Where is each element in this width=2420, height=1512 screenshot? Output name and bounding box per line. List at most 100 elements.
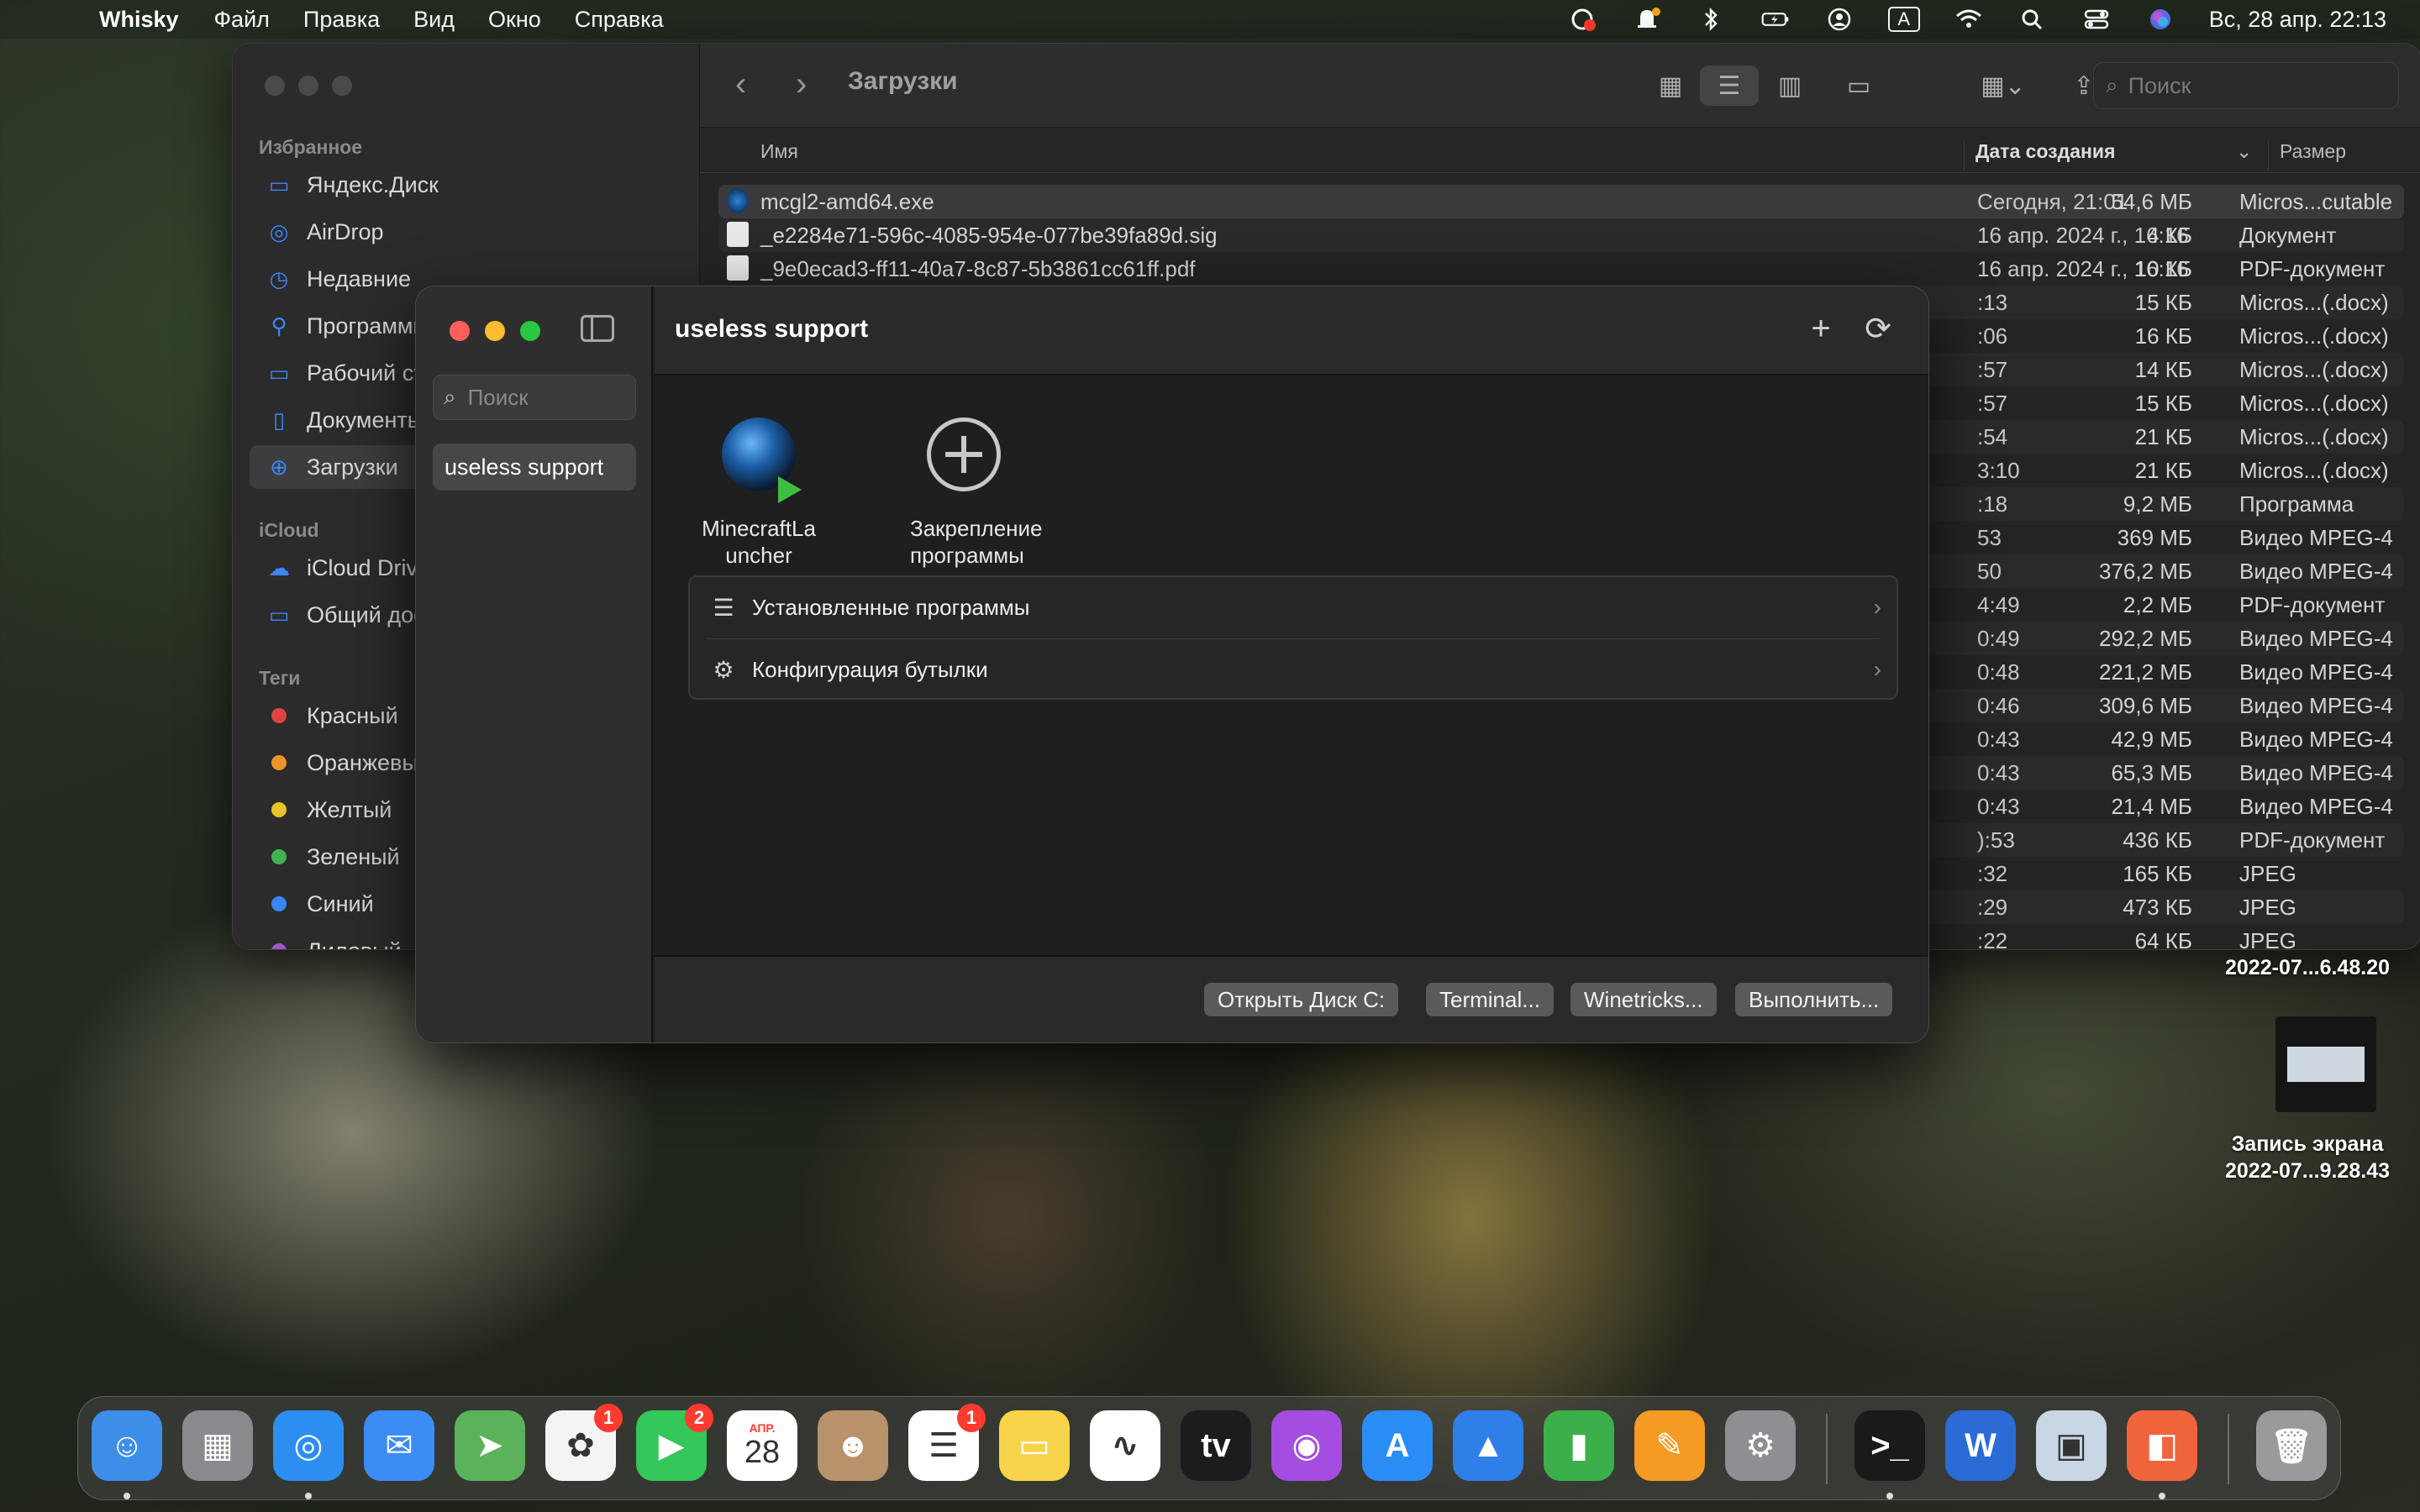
word-icon[interactable]: W [1945, 1410, 2016, 1481]
reminders-icon[interactable]: ☰ 1 [908, 1404, 986, 1481]
facetime-icon[interactable]: ▶ 2 [636, 1404, 713, 1481]
menu-view[interactable]: Вид [413, 7, 455, 33]
open-c-drive-button[interactable]: Открыть Диск C: [1204, 983, 1399, 1016]
program-minecraft-launcher[interactable]: MinecraftLauncher [675, 417, 843, 569]
trash-icon[interactable]: 🗑 [2256, 1410, 2327, 1481]
column-size[interactable]: Размер [2280, 140, 2346, 163]
menu-file[interactable]: Файл [214, 7, 270, 33]
screen-recording-icon[interactable] [1569, 7, 1599, 32]
desktop-file-label[interactable]: Запись экрана 2022-07...9.28.43 [2207, 1131, 2408, 1184]
tag-dot [271, 943, 287, 949]
column-date-created[interactable]: Дата создания [1975, 140, 2115, 163]
run-button[interactable]: Выполнить... [1735, 983, 1893, 1016]
finder-search-input[interactable]: ⌕ Поиск [2093, 62, 2399, 109]
close-button[interactable] [265, 76, 285, 96]
siri-icon[interactable] [2145, 7, 2175, 32]
menu-edit[interactable]: Правка [303, 7, 380, 33]
file-date: :18 [1977, 491, 2008, 517]
minimize-button[interactable] [298, 76, 318, 96]
freeform-icon[interactable]: ∿ [1090, 1410, 1160, 1481]
file-row[interactable]: _e2284e71-596c-4085-954e-077be39fa89d.si… [718, 218, 2404, 252]
gallery-view-icon[interactable]: ▭ [1829, 66, 1888, 106]
back-arrow-icon[interactable]: ‹ [735, 66, 746, 103]
bottle-search-input[interactable]: ⌕ Поиск [433, 375, 636, 420]
keynote-icon[interactable]: ▲ [1453, 1410, 1523, 1481]
download-icon: ⊕ [270, 454, 288, 480]
input-source-icon[interactable]: A [1887, 7, 1920, 32]
running-indicator [124, 1493, 130, 1499]
bluetooth-icon[interactable] [1697, 7, 1727, 32]
pages-icon[interactable]: ✎ [1634, 1410, 1705, 1481]
notification-bell-icon[interactable] [1633, 7, 1663, 32]
spotlight-search-icon[interactable] [2018, 7, 2048, 32]
battery-icon[interactable] [1760, 7, 1791, 32]
document-icon: ▯ [272, 407, 286, 433]
sidebar-item-label: Документь [307, 407, 419, 433]
list-view-icon[interactable]: ☰ [1700, 66, 1759, 106]
calendar-month: АПР. [749, 1420, 776, 1435]
chevron-right-icon: › [1873, 594, 1881, 620]
photos-icon[interactable]: ✿ 1 [545, 1404, 623, 1481]
menu-clock[interactable]: Вс, 28 апр. 22:13 [2209, 7, 2386, 33]
close-button[interactable] [450, 321, 470, 341]
file-row[interactable]: _9e0ecad3-ff11-40a7-8c87-5b3861cc61ff.pd… [718, 252, 2404, 286]
dock-glyph: tv [1201, 1426, 1231, 1464]
calendar-icon[interactable]: АПР. 28 [727, 1410, 797, 1481]
desktop-file-label[interactable]: 2022-07...6.48.20 [2207, 954, 2408, 981]
file-row[interactable]: mcgl2-amd64.exe Сегодня, 21:01 54,6 МБ Micr… [718, 185, 2404, 218]
sidebar-item-bottle[interactable]: useless support [433, 444, 636, 491]
appstore-icon[interactable]: A [1362, 1410, 1433, 1481]
notification-badge: 1 [594, 1404, 623, 1432]
maps-icon[interactable]: ➤ [455, 1410, 525, 1481]
icon-view-icon[interactable]: ▦ [1641, 66, 1700, 106]
file-kind: PDF-документ [2239, 256, 2386, 281]
forward-arrow-icon[interactable]: › [796, 66, 807, 103]
notes-icon[interactable]: ▭ [999, 1410, 1070, 1481]
terminal-button[interactable]: Terminal... [1426, 983, 1554, 1016]
wifi-icon[interactable] [1954, 7, 1984, 32]
bottle-options-list: ☰ Установленные программы › ⚙ Конфигурац… [688, 575, 1898, 700]
zoom-button[interactable] [520, 321, 540, 341]
file-kind: Micros...(.docx) [2239, 458, 2389, 483]
minimize-button[interactable] [485, 321, 505, 341]
add-icon[interactable]: + [1799, 307, 1843, 350]
sidebar-item-airdrop[interactable]: ◎ AirDrop [250, 210, 687, 254]
terminal-icon[interactable]: >_ [1854, 1410, 1925, 1481]
zoom-button[interactable] [332, 76, 352, 96]
file-list-header: Имя Дата создания ⌄ Размер Тип [700, 128, 2420, 173]
desktop-screen-recording-thumbnail[interactable] [2275, 1016, 2376, 1112]
sidebar-item-label: Рабочий ст [307, 360, 424, 386]
system-settings-icon[interactable]: ⚙ [1725, 1410, 1796, 1481]
refresh-icon[interactable]: ⟳ [1856, 307, 1900, 350]
pin-program-button[interactable]: Закрепление программы [880, 417, 1048, 569]
sort-chevron-down-icon[interactable]: ⌄ [2236, 140, 2252, 163]
whisky-icon[interactable]: ◧ [2127, 1410, 2197, 1481]
contacts-icon[interactable]: ☻ [818, 1410, 888, 1481]
whisky-footer: Открыть Диск C: Terminal... Winetricks..… [655, 955, 1928, 1042]
menu-window[interactable]: Окно [488, 7, 541, 33]
file-size: 21 КБ [2134, 424, 2192, 449]
numbers-icon[interactable]: ▮ [1544, 1410, 1614, 1481]
column-view-icon[interactable]: ▥ [1760, 66, 1819, 106]
launchpad-icon[interactable]: ▦ [182, 1410, 253, 1481]
installed-programs-row[interactable]: ☰ Установленные программы › [690, 577, 1897, 638]
preview-icon[interactable]: ▣ [2036, 1410, 2107, 1481]
column-name[interactable]: Имя [760, 140, 798, 163]
winetricks-button[interactable]: Winetricks... [1570, 983, 1717, 1016]
appletv-icon[interactable]: tv [1181, 1410, 1251, 1481]
menu-help[interactable]: Справка [575, 7, 664, 33]
file-size: 54,6 МБ [2111, 189, 2192, 214]
podcasts-icon[interactable]: ◉ [1271, 1410, 1342, 1481]
sidebar-toggle-icon[interactable] [581, 315, 614, 342]
group-by-icon[interactable]: ▦⌄ [1965, 66, 2041, 106]
user-account-icon[interactable] [1824, 7, 1854, 32]
sidebar-item-yandex-disk[interactable]: ▭ Яндекс.Диск [250, 163, 687, 207]
airdrop-icon: ◎ [269, 218, 289, 244]
file-date: :57 [1977, 391, 2008, 416]
control-center-icon[interactable] [2081, 7, 2112, 32]
safari-icon[interactable]: ◎ [273, 1410, 344, 1481]
bottle-config-row[interactable]: ⚙ Конфигурация бутылки › [690, 639, 1897, 700]
mail-icon[interactable]: ✉ [364, 1410, 434, 1481]
menu-app-name[interactable]: Whisky [99, 7, 179, 33]
finder-icon[interactable]: ☺ [92, 1410, 162, 1481]
